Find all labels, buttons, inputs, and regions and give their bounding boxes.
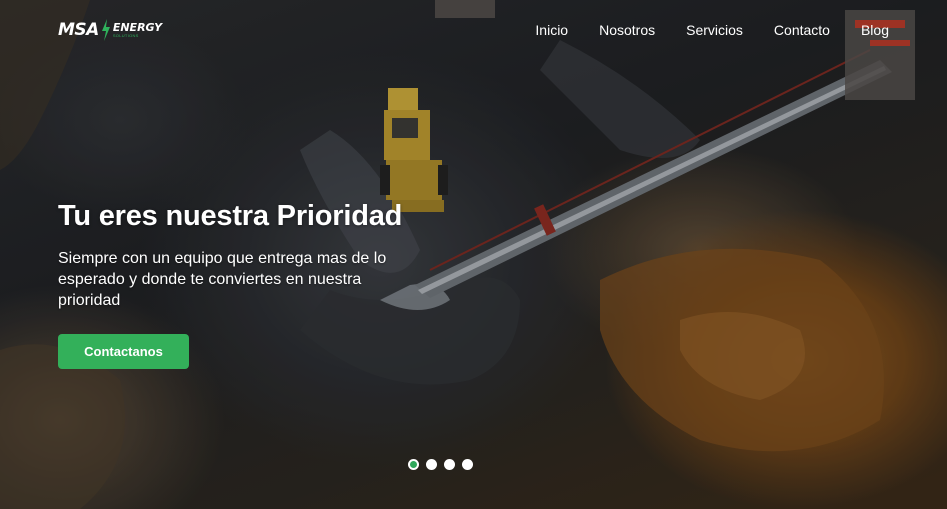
lightning-bolt-icon	[101, 19, 110, 41]
slider-pagination	[408, 459, 473, 470]
logo-text-msa: MSA	[58, 20, 99, 40]
nav-link-servicios[interactable]: Servicios	[686, 22, 743, 38]
nav-link-blog[interactable]: Blog	[861, 22, 889, 38]
nav-link-nosotros[interactable]: Nosotros	[599, 22, 655, 38]
nav-link-inicio[interactable]: Inicio	[535, 22, 568, 38]
brand-logo[interactable]: MSA ENERGY SOLUTIONS	[58, 19, 162, 41]
logo-text-energy: ENERGY	[112, 21, 163, 34]
hero-title: Tu eres nuestra Prioridad	[58, 200, 403, 232]
logo-text-sub: SOLUTIONS	[112, 33, 139, 38]
nav-link-contacto[interactable]: Contacto	[774, 22, 830, 38]
main-menu: Inicio Nosotros Servicios Contacto Blog	[535, 22, 889, 38]
slide-dot-3[interactable]	[444, 459, 455, 470]
top-navigation: MSA ENERGY SOLUTIONS Inicio Nosotros Ser…	[0, 0, 947, 60]
hero-subtitle: Siempre con un equipo que entrega mas de…	[58, 250, 387, 309]
hero-content: Tu eres nuestra Prioridad Siempre con un…	[58, 200, 438, 370]
slide-dot-2[interactable]	[426, 459, 437, 470]
slide-dot-4[interactable]	[462, 459, 473, 470]
slide-dot-1[interactable]	[408, 459, 419, 470]
hero-slider: MSA ENERGY SOLUTIONS Inicio Nosotros Ser…	[0, 0, 947, 509]
contact-button[interactable]: Contactanos	[58, 334, 189, 370]
logo-text-group: ENERGY SOLUTIONS	[113, 22, 162, 38]
